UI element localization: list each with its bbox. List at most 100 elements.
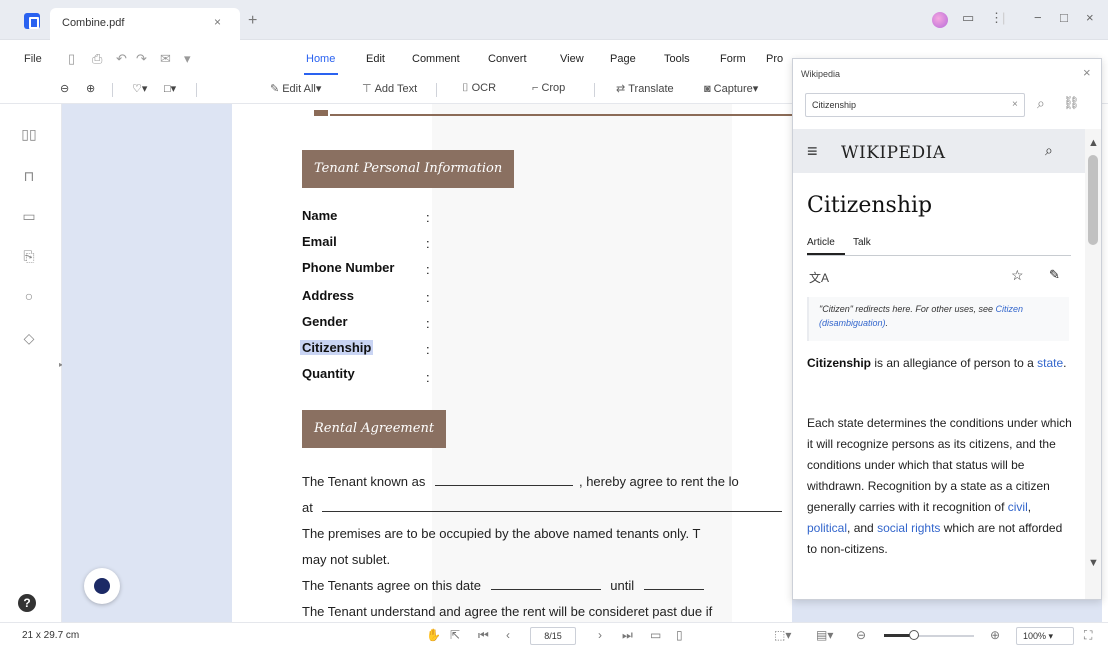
- agreement-text: The Tenants agree on this date: [302, 578, 481, 593]
- select-tool-icon[interactable]: ⇱: [450, 628, 460, 642]
- menu-form[interactable]: Form: [720, 53, 746, 65]
- ocr-icon: ⌷: [462, 82, 469, 94]
- document-tab[interactable]: Combine.pdf ×: [50, 8, 240, 40]
- agreement-text: until: [610, 578, 635, 593]
- wikipedia-panel-header: Wikipedia ×: [793, 59, 1101, 89]
- print-icon[interactable]: ⎙: [92, 51, 102, 67]
- section-heading-rental-agreement: Rental Agreement: [302, 410, 447, 448]
- wikipedia-header-bar: ≡ WIKIPEDIA ⌕: [793, 129, 1085, 173]
- save-icon[interactable]: ▯: [68, 51, 75, 67]
- link-civil[interactable]: civil: [1008, 500, 1028, 514]
- thumbnails-icon[interactable]: ▯▯: [20, 126, 38, 144]
- menu-protect[interactable]: Pro: [766, 53, 783, 65]
- fullscreen-icon[interactable]: ⛶: [1084, 628, 1092, 643]
- search-icon[interactable]: ○: [20, 288, 38, 306]
- article-title: Citizenship: [807, 193, 933, 218]
- highlight-tool-icon[interactable]: ♡▾: [132, 82, 147, 95]
- zoom-level-select[interactable]: 100% ▾: [1016, 627, 1074, 645]
- agreement-line-2: at: [302, 500, 783, 515]
- fit-page-icon[interactable]: ▤▾: [816, 628, 833, 642]
- edit-pencil-icon[interactable]: ✎: [1049, 267, 1060, 283]
- customize-dropdown-icon[interactable]: ▾: [184, 51, 191, 67]
- ocr-button[interactable]: ⌷ OCR: [462, 82, 496, 95]
- fill-blank: [434, 485, 573, 486]
- mail-icon[interactable]: ✉: [160, 51, 171, 67]
- page-number-input[interactable]: 8/15: [530, 627, 576, 645]
- maximize-button[interactable]: □: [1060, 10, 1068, 25]
- wikipedia-search-input[interactable]: Citizenship ×: [805, 93, 1025, 117]
- scroll-up-icon[interactable]: ▲: [1088, 137, 1099, 149]
- first-page-icon[interactable]: ⏮: [478, 628, 489, 643]
- edit-icon: ✎: [270, 83, 280, 95]
- agreement-text: The Tenant known as: [302, 474, 426, 489]
- translate-button[interactable]: ⇄ Translate: [616, 82, 674, 95]
- page-layout-icon[interactable]: ⬚▾: [774, 628, 791, 642]
- file-menu[interactable]: File: [24, 53, 42, 65]
- crop-icon: ⌐: [532, 82, 539, 94]
- layers-icon[interactable]: ◇: [20, 330, 38, 348]
- zoom-slider-knob[interactable]: [909, 630, 919, 640]
- wikipedia-search-icon[interactable]: ⌕: [1037, 95, 1045, 112]
- watch-star-icon[interactable]: ☆: [1011, 267, 1024, 284]
- minimize-button[interactable]: −: [1034, 10, 1042, 25]
- close-window-button[interactable]: ×: [1086, 10, 1094, 25]
- zoom-in-status-icon[interactable]: ⊕: [990, 628, 1000, 642]
- page-dimensions: 21 x 29.7 cm: [22, 630, 80, 641]
- avatar[interactable]: [932, 12, 948, 28]
- scrollbar-thumb[interactable]: [1088, 155, 1098, 245]
- tab-close-icon[interactable]: ×: [214, 15, 221, 29]
- two-page-icon[interactable]: ▯: [676, 628, 683, 642]
- tab-talk[interactable]: Talk: [853, 237, 871, 248]
- bookmark-icon[interactable]: ⊓: [20, 168, 38, 186]
- help-icon[interactable]: ?: [18, 594, 36, 612]
- redo-icon[interactable]: ↷: [136, 51, 147, 67]
- open-link-icon[interactable]: ⛓: [1063, 95, 1080, 111]
- wikipedia-logo[interactable]: WIKIPEDIA: [841, 143, 946, 163]
- prev-page-icon[interactable]: ‹: [506, 628, 510, 642]
- link-political[interactable]: political: [807, 521, 847, 535]
- zoom-out-icon[interactable]: ⊖: [60, 82, 69, 95]
- message-icon[interactable]: ▭: [962, 10, 974, 26]
- menu-home[interactable]: Home: [306, 53, 335, 65]
- crop-button[interactable]: ⌐ Crop: [532, 82, 565, 94]
- menu-tools[interactable]: Tools: [664, 53, 690, 65]
- wikipedia-close-icon[interactable]: ×: [1083, 65, 1091, 80]
- toolbar-divider: [112, 83, 113, 97]
- link-state[interactable]: state: [1037, 356, 1063, 370]
- add-text-button[interactable]: ⊤ Add Text: [362, 82, 417, 95]
- next-page-icon[interactable]: ›: [598, 628, 602, 642]
- tab-article[interactable]: Article: [807, 237, 835, 248]
- capture-button[interactable]: ◙ Capture▾: [704, 82, 758, 95]
- ai-assistant-button[interactable]: [84, 568, 120, 604]
- wikipedia-scrollbar[interactable]: ▲ ▼: [1085, 129, 1101, 599]
- wikipedia-panel: Wikipedia × Citizenship × ⌕ ⛓ ≡ WIKIPEDI…: [792, 58, 1102, 600]
- menu-convert[interactable]: Convert: [488, 53, 527, 65]
- single-page-icon[interactable]: ▭: [650, 628, 661, 642]
- field-label-citizenship-selected[interactable]: Citizenship: [300, 340, 374, 355]
- hand-tool-icon[interactable]: ✋: [426, 628, 441, 642]
- scroll-down-icon[interactable]: ▼: [1088, 557, 1099, 569]
- zoom-in-icon[interactable]: ⊕: [86, 82, 95, 95]
- shape-tool-icon[interactable]: □▾: [164, 82, 176, 95]
- last-page-icon[interactable]: ⏭: [622, 628, 633, 643]
- edit-all-button[interactable]: ✎ Edit All▾: [270, 82, 321, 95]
- zoom-out-status-icon[interactable]: ⊖: [856, 628, 866, 642]
- new-tab-button[interactable]: +: [248, 12, 257, 30]
- menu-comment[interactable]: Comment: [412, 53, 460, 65]
- menu-page[interactable]: Page: [610, 53, 636, 65]
- menu-edit[interactable]: Edit: [366, 53, 385, 65]
- undo-icon[interactable]: ↶: [116, 51, 127, 67]
- comment-icon[interactable]: ▭: [20, 208, 38, 226]
- title-bar: Combine.pdf × + ▭ ⋮ | − □ ×: [0, 0, 1108, 40]
- attachment-icon[interactable]: ⎘: [20, 248, 38, 266]
- hamburger-menu-icon[interactable]: ≡: [807, 141, 818, 162]
- link-social-rights[interactable]: social rights: [877, 521, 940, 535]
- language-icon[interactable]: 文A: [809, 269, 829, 286]
- clear-search-icon[interactable]: ×: [1012, 99, 1018, 110]
- app-logo-icon: [24, 13, 40, 29]
- section-heading-tenant-info: Tenant Personal Information: [302, 150, 515, 188]
- field-label-name: Name: [302, 208, 338, 223]
- wikipedia-header-search-icon[interactable]: ⌕: [1045, 142, 1053, 159]
- field-label-gender: Gender: [302, 314, 348, 329]
- menu-view[interactable]: View: [560, 53, 584, 65]
